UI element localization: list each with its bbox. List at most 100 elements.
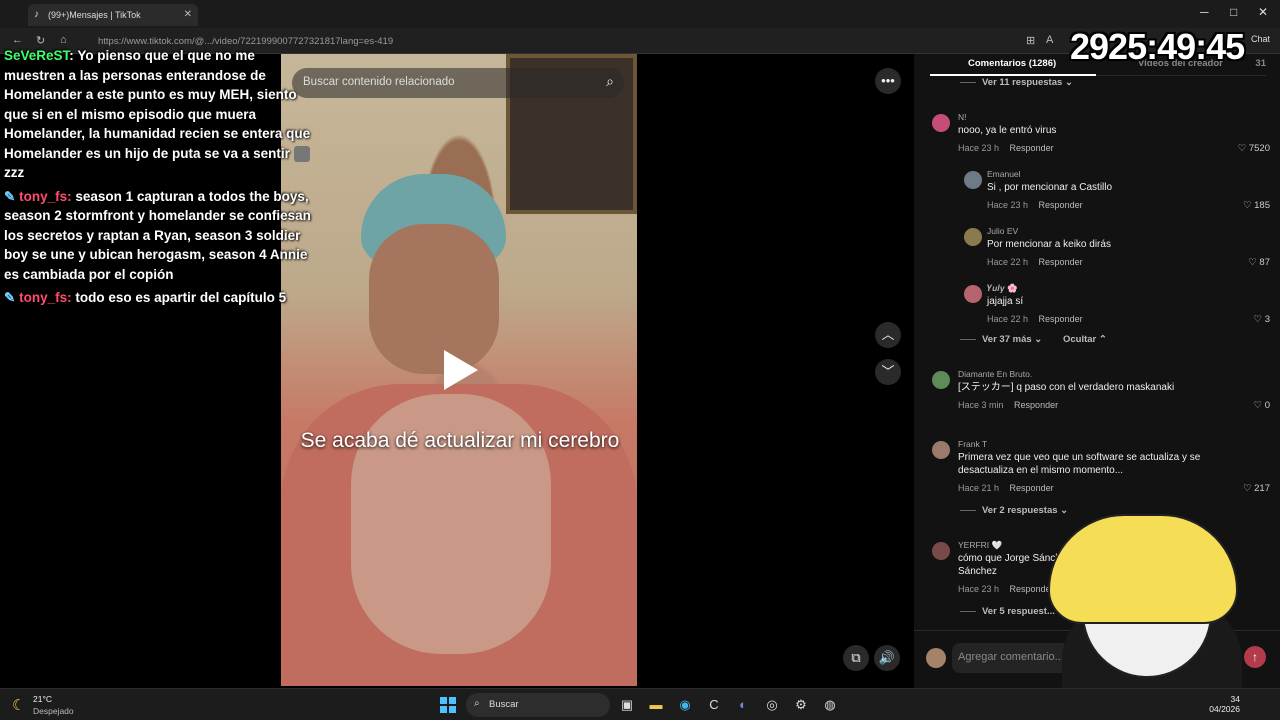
chat-username: tony_fs: xyxy=(19,290,72,305)
comment-text: [ステッカー] q paso con el verdadero maskanak… xyxy=(958,382,1175,393)
taskbar-search-label: Buscar xyxy=(489,699,519,710)
avatar[interactable] xyxy=(932,441,950,459)
file-explorer-icon[interactable]: ▬ xyxy=(647,696,665,714)
pip-icon[interactable]: ⧉ xyxy=(843,645,869,671)
tab-comments[interactable]: Comentarios (1286) xyxy=(968,58,1056,69)
comment-author[interactable]: YERFRI 🤍 xyxy=(958,540,1002,551)
comment-author[interactable]: Julio EV xyxy=(987,226,1018,236)
settings-icon[interactable]: ⚙ xyxy=(792,696,810,714)
reply-button[interactable]: Responder xyxy=(1039,257,1083,267)
avatar[interactable] xyxy=(964,171,982,189)
browser-titlebar: ♪ (99+)Mensajes | TikTok ✕ ─ □ ✕ xyxy=(0,0,1280,28)
stream-chat: SeVeReST: Yo pienso que el que no me mue… xyxy=(4,46,314,312)
apps-icon[interactable]: ⊞ xyxy=(1026,34,1035,47)
related-search-placeholder: Buscar contenido relacionado xyxy=(303,76,455,88)
comment-author[interactable]: Emanuel xyxy=(987,169,1021,179)
avatar[interactable] xyxy=(932,371,950,389)
weather-desc: Despejado xyxy=(33,706,74,716)
translate-icon[interactable]: A xyxy=(1046,34,1053,46)
like-button[interactable]: ♡ 185 xyxy=(1243,200,1270,211)
badge-icon: ✎ xyxy=(4,290,16,305)
heart-icon: ♡ xyxy=(1248,257,1257,268)
steam-icon[interactable]: ◍ xyxy=(821,696,839,714)
search-icon: ⌕ xyxy=(474,698,480,709)
chat-text: todo eso es apartir del capítulo 5 xyxy=(75,290,287,305)
like-count: 0 xyxy=(1264,400,1270,411)
heart-icon: ♡ xyxy=(1237,143,1247,154)
weather-temp: 21°C xyxy=(33,694,52,704)
view-more-link[interactable]: Ver 37 más ⌄ xyxy=(960,334,1042,345)
comment-author[interactable]: Frank T xyxy=(958,439,987,449)
windows-start-icon[interactable] xyxy=(440,697,456,713)
back-icon[interactable]: ← xyxy=(12,34,23,46)
close-window-icon[interactable]: ✕ xyxy=(1258,5,1268,19)
comment-time: Hace 22 h xyxy=(987,314,1029,324)
taskbar-search[interactable]: ⌕ Buscar xyxy=(466,693,610,717)
chevron-down-icon: ⌄ xyxy=(1034,334,1043,345)
tab-count: 31 xyxy=(1255,58,1266,69)
avatar[interactable] xyxy=(964,285,982,303)
task-view-icon[interactable]: ▣ xyxy=(618,696,636,714)
avatar[interactable] xyxy=(932,114,950,132)
like-count: 87 xyxy=(1259,257,1270,268)
maximize-icon[interactable]: □ xyxy=(1230,5,1237,19)
chevron-down-icon: ⌄ xyxy=(1060,505,1069,516)
reply-button[interactable]: Responder xyxy=(1010,143,1054,153)
view-replies-link[interactable]: Ver 2 respuestas ⌄ xyxy=(960,505,1068,516)
reply-button[interactable]: Responder xyxy=(1010,483,1054,493)
app-icon[interactable]: ◎ xyxy=(763,696,781,714)
comment-text: Por mencionar a keiko dirás xyxy=(987,239,1111,250)
minimize-icon[interactable]: ─ xyxy=(1200,5,1209,19)
home-icon[interactable]: ⌂ xyxy=(60,34,67,46)
close-tab-icon[interactable]: ✕ xyxy=(184,9,192,20)
like-button[interactable]: ♡ 217 xyxy=(1243,483,1270,494)
browser-tab[interactable]: ♪ (99+)Mensajes | TikTok ✕ xyxy=(28,4,198,26)
avatar[interactable] xyxy=(932,542,950,560)
edge-icon[interactable]: ◉ xyxy=(676,696,694,714)
clock-date: 04/2026 xyxy=(1209,704,1240,714)
comment-text: Si , por mencionar a Castillo xyxy=(987,182,1113,193)
heart-icon: ♡ xyxy=(1242,200,1252,211)
video-caption: Se acaba dé actualizar mi cerebro xyxy=(300,429,620,452)
stream-timer: 2925:49:45 xyxy=(1070,26,1245,67)
comment-author[interactable]: N! xyxy=(958,112,967,122)
reply-button[interactable]: Responder xyxy=(1014,400,1058,410)
comment-meta: Hace 23 h Responder xyxy=(958,143,1054,153)
reply-button[interactable]: Responder xyxy=(1039,200,1083,210)
heart-icon: ♡ xyxy=(1253,314,1263,325)
comment-author[interactable]: Diamante En Bruto. xyxy=(958,369,1032,379)
view-replies-link[interactable]: Ver 11 respuestas ⌄ xyxy=(960,77,1073,88)
app-icon[interactable]: C xyxy=(705,696,723,714)
reply-button[interactable]: Responder xyxy=(1039,314,1083,324)
reply-button[interactable]: Responder xyxy=(1010,584,1054,594)
view-replies-link[interactable]: Ver 5 respuest... xyxy=(960,606,1055,617)
like-button[interactable]: ♡ 87 xyxy=(1248,257,1270,268)
tab-title: (99+)Mensajes | TikTok xyxy=(48,10,141,20)
play-icon[interactable] xyxy=(444,350,478,390)
like-count: 185 xyxy=(1254,200,1270,211)
comment-author[interactable]: 𝒀𝒖𝒍𝒚 🌸 xyxy=(987,283,1018,294)
send-button[interactable]: ↑ xyxy=(1244,646,1266,668)
comment-meta: Hace 22 h Responder xyxy=(987,314,1083,324)
comment-text: jajajja sí xyxy=(987,296,1024,307)
more-options-icon[interactable]: ••• xyxy=(875,68,901,94)
like-button[interactable]: ♡ 7520 xyxy=(1238,143,1270,154)
like-button[interactable]: ♡ 0 xyxy=(1254,400,1270,411)
avatar[interactable] xyxy=(964,228,982,246)
chat-label: Chat xyxy=(1250,34,1270,44)
previous-video-icon[interactable]: ︿ xyxy=(875,322,901,348)
chat-message: ✎ tony_fs: season 1 capturan a todos the… xyxy=(4,187,314,285)
chat-text: Yo pienso que el que no me muestren a la… xyxy=(4,48,311,161)
chat-button[interactable]: Chat xyxy=(1251,34,1270,44)
next-video-icon[interactable]: ﹀ xyxy=(875,359,901,385)
comment-meta: Hace 23 h Responder xyxy=(987,200,1083,210)
like-button[interactable]: ♡ 3 xyxy=(1254,314,1270,325)
like-count: 7520 xyxy=(1248,143,1270,154)
volume-icon[interactable]: 🔊 xyxy=(874,645,900,671)
discord-icon[interactable]: ◐ xyxy=(734,696,752,714)
clock[interactable]: 34 04/2026 xyxy=(1209,694,1240,714)
related-search[interactable]: Buscar contenido relacionado ⌕ xyxy=(292,68,624,98)
chevron-down-icon: ⌄ xyxy=(1064,77,1073,88)
hide-replies-link[interactable]: Ocultar ⌃ xyxy=(1063,334,1107,345)
search-icon[interactable]: ⌕ xyxy=(606,73,614,90)
